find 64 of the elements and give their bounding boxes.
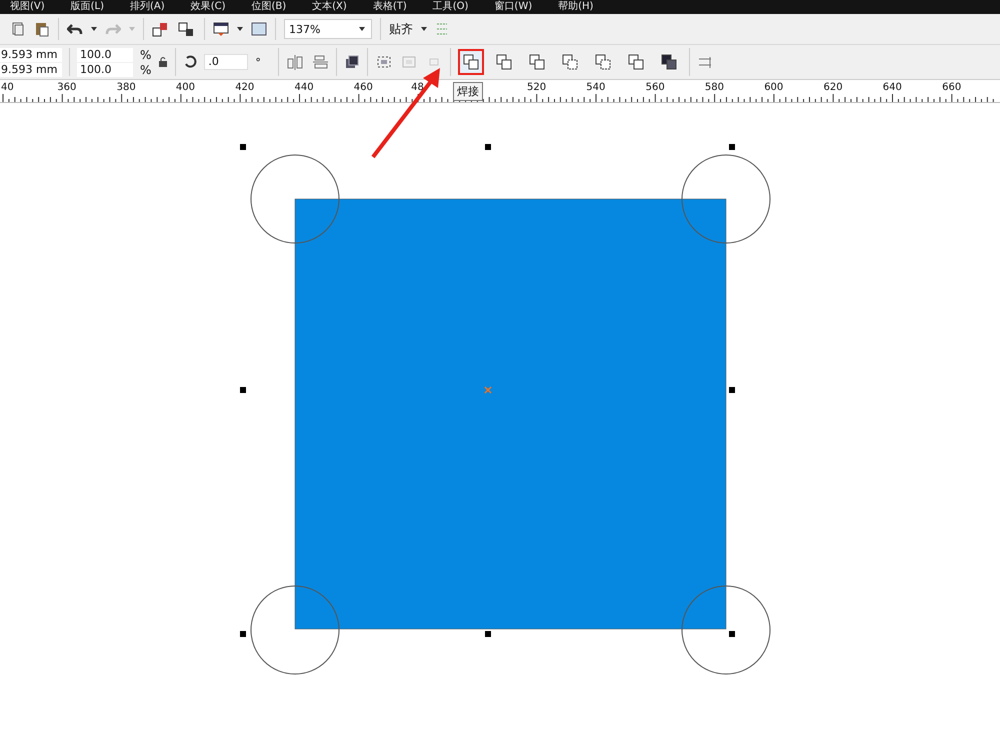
percent-label: %	[140, 62, 152, 76]
lock-icon[interactable]	[158, 56, 168, 68]
mirror-icon[interactable]	[310, 54, 329, 70]
ruler-label: 40	[1, 82, 14, 93]
menu-item[interactable]: 帮助(H)	[558, 1, 594, 13]
selection-handles[interactable]	[240, 144, 735, 637]
import-icon[interactable]	[152, 21, 170, 37]
tooltip: 焊接	[453, 82, 483, 101]
menu-item[interactable]: 工具(O)	[432, 1, 468, 13]
menu-item[interactable]: 视图(V)	[10, 1, 45, 13]
menu-item[interactable]: 效果(C)	[190, 1, 226, 13]
menu-item[interactable]: 排列(A)	[130, 1, 165, 13]
ruler-label: 660	[942, 82, 962, 93]
shaping-button[interactable]	[458, 49, 484, 75]
rotation-field[interactable]: .0	[204, 54, 248, 70]
paste-icon[interactable]	[34, 21, 50, 37]
snap-button[interactable]: 贴齐	[389, 20, 413, 38]
height-field[interactable]: 9.593 mm	[0, 62, 62, 76]
menu-item[interactable]: 位图(B)	[251, 1, 286, 13]
percent-label: %	[140, 48, 152, 62]
stacked-squares-icon[interactable]	[344, 54, 360, 70]
picture-icon[interactable]	[251, 21, 267, 37]
overlapping-squares-icon	[528, 53, 546, 71]
overlapping-squares-icon	[560, 53, 579, 71]
ruler-label: 440	[294, 82, 314, 93]
ruler-label: 580	[704, 82, 724, 93]
ruler-label: 48	[411, 82, 424, 93]
group-icon[interactable]	[374, 54, 393, 70]
ruler-label: 620	[824, 82, 843, 93]
mirror-icon[interactable]	[286, 54, 304, 70]
dropdown-arrow-icon[interactable]	[237, 27, 243, 31]
ruler-label: 380	[116, 82, 136, 93]
undo-icon[interactable]	[67, 21, 83, 37]
align-icon[interactable]	[696, 54, 713, 70]
overlapping-squares-icon	[494, 53, 513, 71]
ruler-label: 540	[586, 82, 606, 93]
ruler-label: 460	[354, 82, 373, 93]
menu-item[interactable]: 文本(X)	[312, 1, 347, 13]
overlapping-squares-icon	[594, 53, 612, 71]
ruler-label: 520	[527, 82, 546, 93]
rotate-icon	[183, 55, 198, 69]
ruler-label: 600	[764, 82, 784, 93]
export-icon[interactable]	[178, 21, 196, 37]
zoom-dropdown[interactable]: 137%	[284, 19, 372, 39]
overlapping-squares-icon	[626, 53, 645, 71]
overlapping-squares-icon	[462, 53, 480, 71]
ruler-label: 560	[646, 82, 665, 93]
copy-icon[interactable]	[10, 21, 26, 37]
menu-item[interactable]: 窗口(W)	[494, 1, 532, 13]
ruler-label: 420	[235, 82, 254, 93]
publish-icon[interactable]	[213, 21, 229, 37]
center-cross-icon	[484, 386, 492, 394]
width-field[interactable]: 9.593 mm	[0, 48, 62, 62]
degree-label: °	[255, 56, 261, 68]
ruler-label: 640	[882, 82, 902, 93]
dropdown-arrow-icon[interactable]	[421, 27, 427, 31]
dropdown-arrow-icon[interactable]	[91, 27, 97, 31]
ruler-label: 360	[57, 82, 76, 93]
menu-item[interactable]: 版面(L)	[70, 1, 104, 13]
scale-field[interactable]: 100.0	[77, 48, 133, 62]
scale-field[interactable]: 100.0	[77, 62, 133, 76]
overlapping-squares-icon	[660, 53, 678, 71]
menu-item[interactable]: 表格(T)	[372, 1, 407, 13]
ruler-label: 400	[176, 82, 195, 93]
